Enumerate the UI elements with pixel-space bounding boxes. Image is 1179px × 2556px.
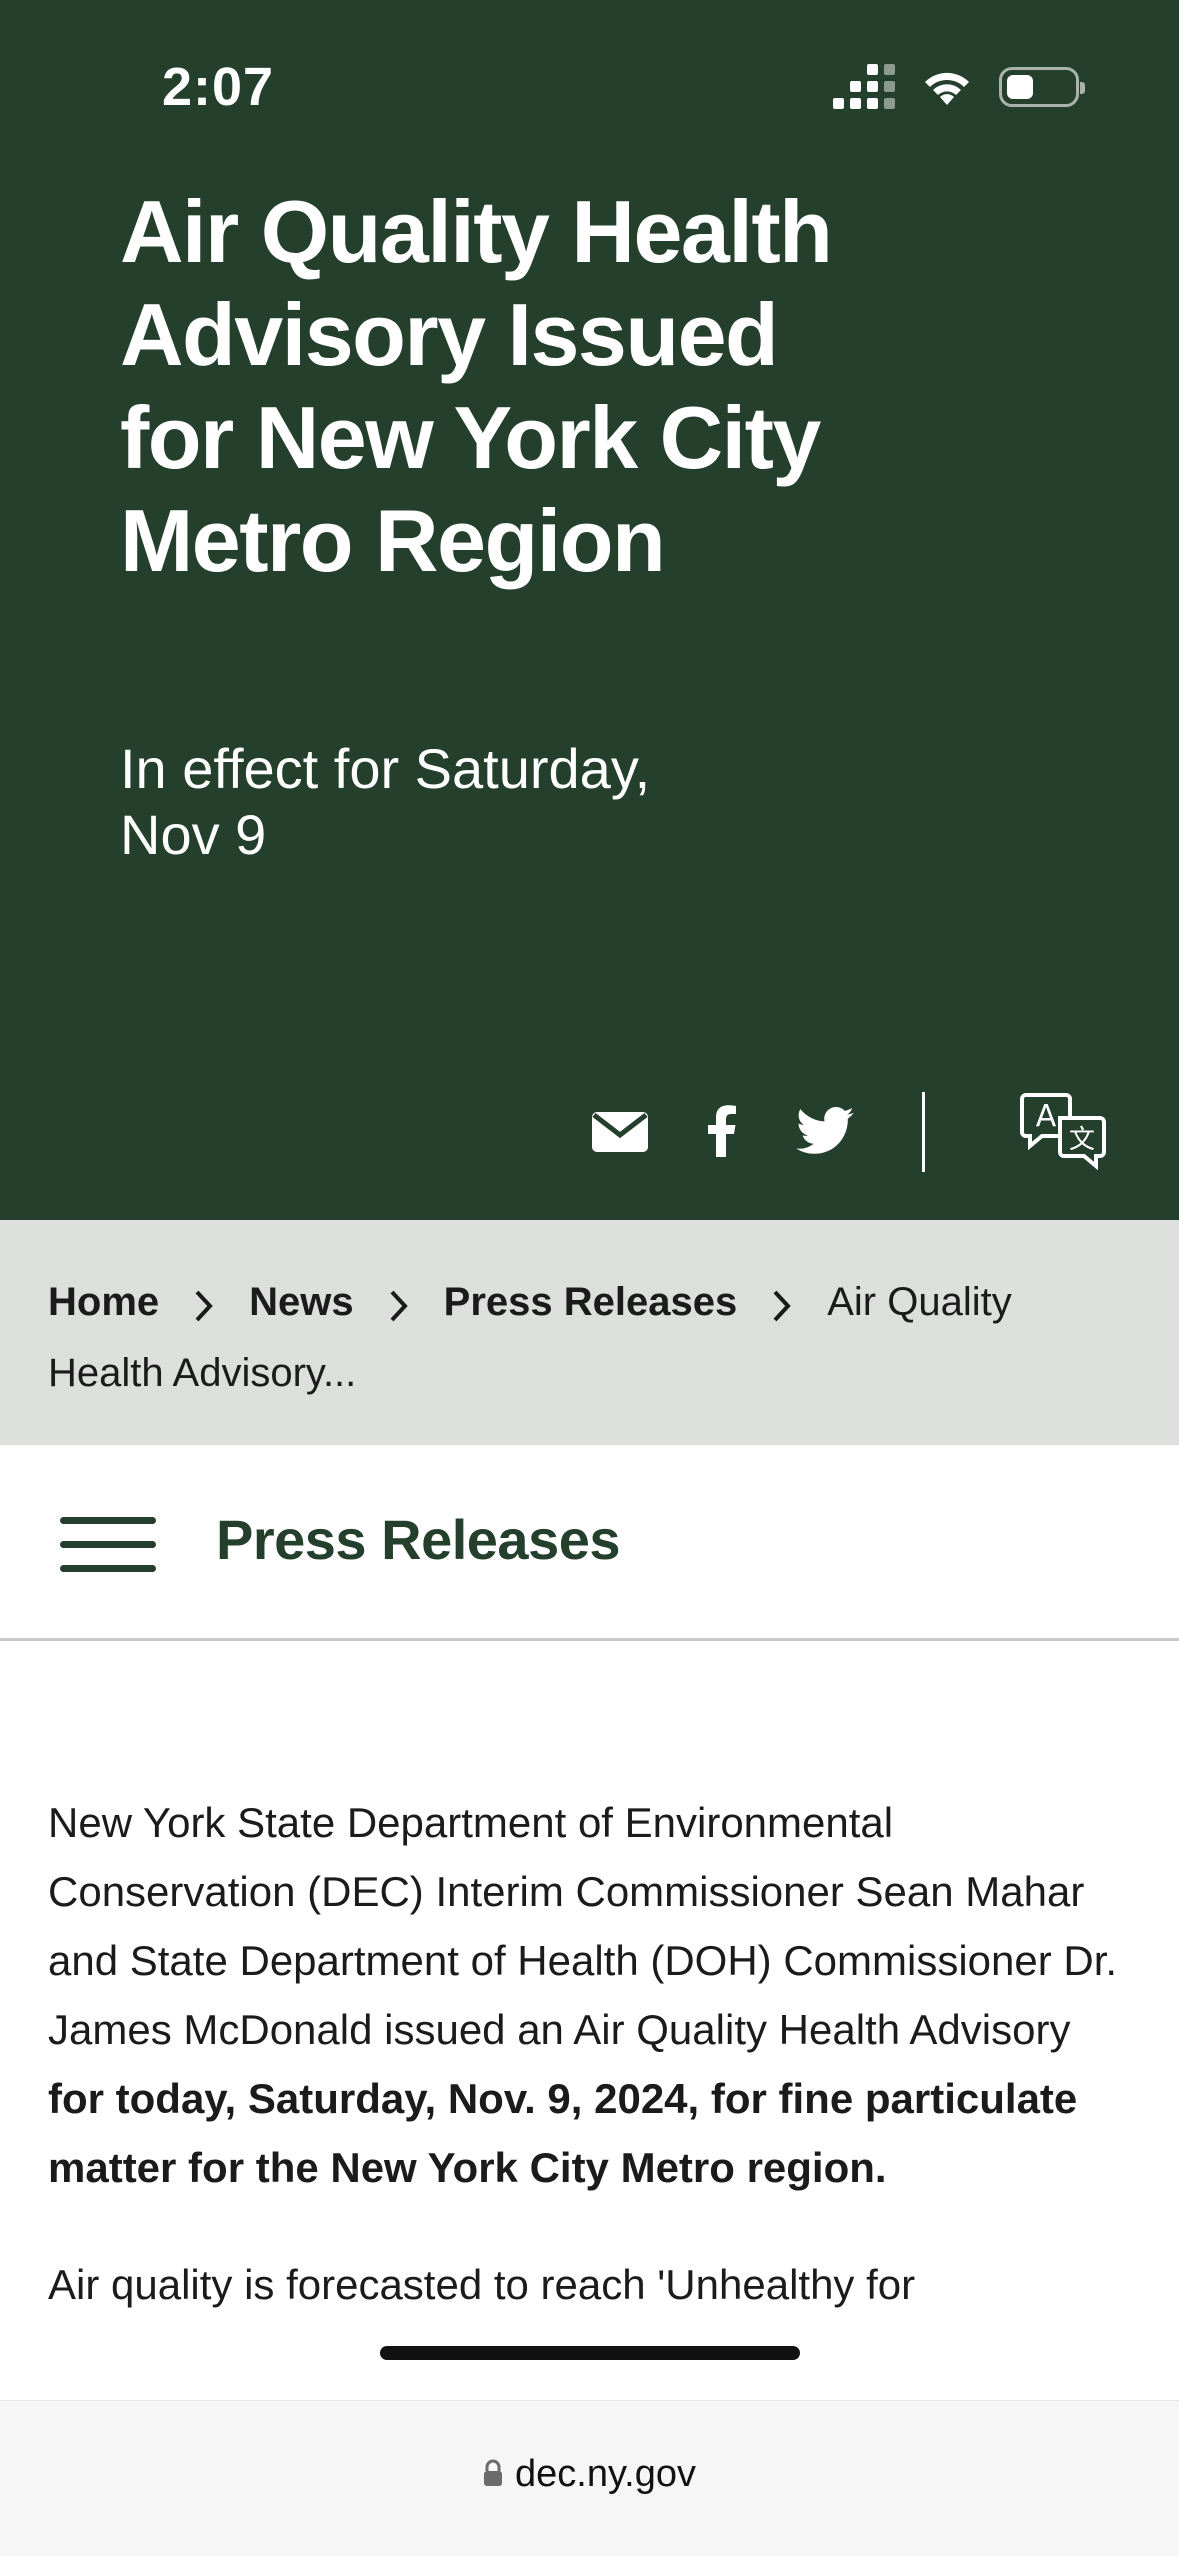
battery-icon xyxy=(999,66,1085,107)
article-paragraph: New York State Department of Environment… xyxy=(48,1799,1118,2191)
home-indicator[interactable] xyxy=(380,2346,800,2360)
cellular-signal-icon xyxy=(833,64,895,109)
section-title[interactable]: Press Releases xyxy=(216,1507,621,1572)
share-divider xyxy=(922,1092,925,1172)
chevron-right-icon xyxy=(354,1270,444,1339)
breadcrumb-news[interactable]: News xyxy=(249,1280,354,1324)
share-bar: A 文 xyxy=(0,1088,1179,1174)
page-subtitle: In effect for Saturday, Nov 9 xyxy=(120,737,651,866)
section-nav: Press Releases xyxy=(0,1445,1179,1641)
status-time: 2:07 xyxy=(162,57,275,117)
hamburger-menu-icon[interactable] xyxy=(60,1515,156,1575)
breadcrumb-home[interactable]: Home xyxy=(48,1280,159,1324)
breadcrumb: Home News Press Releases Air Quality Health… xyxy=(0,1220,1179,1445)
article-emphasis: for today, Saturday, Nov. 9, 2024, for f… xyxy=(48,2075,1078,2191)
chevron-right-icon xyxy=(159,1270,249,1339)
article-paragraph: Air quality is forecasted to reach 'Unhe… xyxy=(48,2261,916,2308)
chevron-right-icon xyxy=(737,1270,827,1339)
browser-url-bar[interactable]: dec.ny.gov xyxy=(0,2400,1179,2556)
lock-icon xyxy=(483,2454,503,2497)
svg-text:文: 文 xyxy=(1069,1125,1095,1155)
page: 2:07 Air Quality Health Advisory Issued … xyxy=(0,0,1179,2556)
hero-banner: 2:07 Air Quality Health Advisory Issued … xyxy=(0,0,1179,1220)
facebook-icon[interactable] xyxy=(700,1088,744,1174)
twitter-icon[interactable] xyxy=(790,1088,860,1174)
breadcrumb-press-releases[interactable]: Press Releases xyxy=(444,1280,738,1324)
translate-icon[interactable]: A 文 xyxy=(1016,1088,1112,1174)
status-icons xyxy=(833,64,1085,109)
wifi-icon xyxy=(925,72,969,105)
url-text: dec.ny.gov xyxy=(515,2453,696,2495)
svg-text:A: A xyxy=(1036,1099,1057,1134)
page-title: Air Quality Health Advisory Issued for N… xyxy=(120,182,833,590)
email-icon[interactable] xyxy=(590,1088,650,1174)
article-body: New York State Department of Environment… xyxy=(48,1788,1128,2319)
